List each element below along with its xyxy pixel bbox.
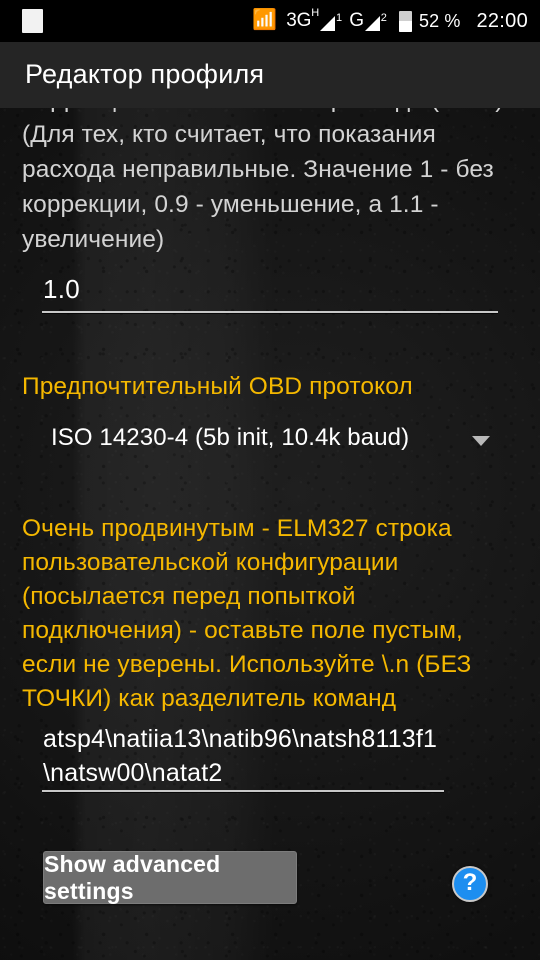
battery-percent-label: 52 % (419, 10, 461, 31)
bluetooth-icon: 📶 (252, 9, 278, 31)
elm327-input-underline (42, 790, 444, 792)
help-question-icon[interactable]: ? (452, 866, 488, 902)
sim2-signal-group: G 2 (349, 10, 387, 32)
sim1-index-label: 1 (335, 12, 343, 24)
page-title: Редактор профиля (25, 59, 265, 89)
sim1-network-sup: H (311, 6, 319, 19)
obd-protocol-selected-value: ISO 14230-4 (5b init, 10.4k baud) (51, 424, 410, 451)
sim2-network-label: G (349, 10, 364, 31)
sim1-signal-group: 3GH 1 (286, 6, 343, 32)
mpg-correction-input[interactable]: 1.0 (43, 274, 80, 305)
status-bar-right: 📶 3GH 1 G 2 52 % 22:00 (252, 6, 528, 33)
white-square-icon (22, 9, 43, 33)
clock-label: 22:00 (476, 9, 528, 32)
obd-protocol-label: Предпочтительный OBD протокол (22, 373, 413, 400)
mpg-description-label: Коррекции экономичности расхода (MPG) (Д… (22, 108, 503, 253)
chevron-down-icon[interactable] (472, 436, 490, 446)
sim1-network-text: 3G (286, 10, 312, 31)
obd-protocol-spinner[interactable]: ISO 14230-4 (5b init, 10.4k baud) (42, 420, 498, 462)
status-bar: 📶 3GH 1 G 2 52 % 22:00 (0, 0, 540, 42)
elm327-config-input[interactable]: atsp4\natiia13\natib96\natsh8113f1\natsw… (43, 722, 443, 790)
show-advanced-settings-button[interactable]: Show advanced settings (43, 851, 297, 904)
battery-icon (399, 10, 412, 32)
sim2-index-label: 2 (380, 12, 387, 24)
mpg-input-underline (42, 311, 498, 313)
help-icon-glyph: ? (462, 869, 478, 896)
sim1-network-label: 3GH (286, 6, 319, 32)
app-screen: 📶 3GH 1 G 2 52 % 22:00 Редактор профиля (0, 0, 540, 960)
title-bar: Редактор профиля (0, 42, 540, 108)
sim2-signal-bars-icon (364, 16, 380, 31)
sim1-signal-bars-icon (319, 16, 335, 31)
settings-scroll-area[interactable]: Коррекции экономичности расхода (MPG) (Д… (0, 108, 540, 960)
show-advanced-settings-label: Show advanced settings (44, 850, 221, 904)
battery-fill (399, 21, 412, 32)
elm327-config-label: Очень продвинутым - ELM327 строка пользо… (22, 515, 472, 712)
status-bar-left (22, 9, 43, 33)
